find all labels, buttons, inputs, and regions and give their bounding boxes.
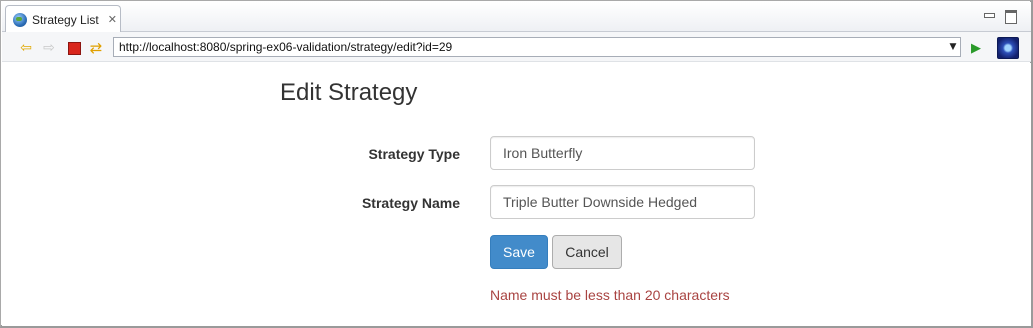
strategy-type-label: Strategy Type: [368, 146, 460, 162]
strategy-name-label: Strategy Name: [361, 195, 460, 211]
stop-icon[interactable]: [66, 40, 82, 56]
tab-strip: Strategy List ✕: [2, 2, 1031, 33]
url-input[interactable]: http://localhost:8080/spring-ex06-valida…: [119, 40, 946, 54]
cancel-button[interactable]: Cancel: [552, 235, 622, 269]
strategy-name-input[interactable]: [490, 185, 755, 219]
go-icon[interactable]: ▶: [968, 40, 984, 56]
page-title: Edit Strategy: [280, 79, 418, 106]
forward-arrow-icon[interactable]: ⇨: [41, 40, 57, 56]
minimize-icon[interactable]: [982, 10, 996, 22]
back-arrow-icon[interactable]: ⇦: [18, 40, 34, 56]
strategy-type-input[interactable]: [490, 136, 755, 170]
eclipse-icon[interactable]: [997, 37, 1019, 59]
browser-window: Strategy List ✕ ⇦ ⇨ ⇄ http://localhost:8…: [0, 0, 1033, 328]
browser-toolbar: ⇦ ⇨ ⇄ http://localhost:8080/spring-ex06-…: [2, 32, 1031, 62]
save-button[interactable]: Save: [490, 235, 548, 269]
tab-label: Strategy List: [32, 12, 99, 27]
maximize-icon[interactable]: [1004, 10, 1018, 24]
refresh-icon[interactable]: ⇄: [88, 39, 104, 57]
close-icon[interactable]: ✕: [108, 13, 117, 26]
validation-error-message: Name must be less than 20 characters: [490, 287, 730, 303]
tab-strategy-list[interactable]: Strategy List ✕: [5, 5, 121, 33]
chevron-down-icon[interactable]: ▼: [946, 42, 960, 52]
globe-icon: [13, 12, 27, 27]
page-content: Edit Strategy Strategy Type Strategy Nam…: [2, 63, 1031, 326]
url-bar[interactable]: http://localhost:8080/spring-ex06-valida…: [113, 37, 961, 57]
